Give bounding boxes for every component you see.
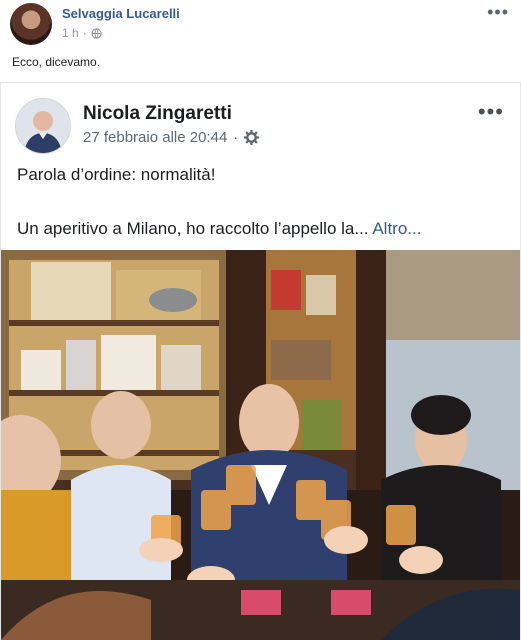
shared-post-date[interactable]: 27 febbraio alle 20:44 bbox=[83, 129, 227, 146]
avatar-image bbox=[16, 99, 70, 153]
outer-post-text: Ecco, dicevamo. bbox=[12, 55, 101, 69]
meta-separator: · bbox=[82, 26, 87, 40]
gear-icon bbox=[244, 130, 260, 145]
shared-more-options-button[interactable]: ••• bbox=[478, 99, 504, 125]
see-more-link[interactable]: Altro... bbox=[372, 219, 421, 238]
shared-post-card: Nicola Zingaretti 27 febbraio alle 20:44… bbox=[0, 82, 521, 640]
outer-author-name[interactable]: Selvaggia Lucarelli bbox=[62, 6, 180, 21]
globe-icon bbox=[91, 27, 102, 39]
shared-post-meta: 27 febbraio alle 20:44 · bbox=[83, 129, 260, 146]
post-time[interactable]: 1 h bbox=[62, 26, 79, 40]
post-text-excerpt: Un aperitivo a Milano, ho raccolto l’app… bbox=[17, 219, 369, 238]
more-options-button[interactable]: ••• bbox=[487, 2, 509, 23]
shared-author-name[interactable]: Nicola Zingaretti bbox=[83, 103, 232, 125]
post-text-line1: Parola d’ordine: normalità! bbox=[17, 165, 216, 184]
outer-post-meta: 1 h · bbox=[62, 26, 102, 40]
shared-avatar[interactable] bbox=[15, 98, 71, 154]
avatar[interactable] bbox=[10, 3, 52, 45]
post-text-line2: Un aperitivo a Milano, ho raccolto l’app… bbox=[17, 219, 421, 239]
meta-separator: · bbox=[233, 129, 239, 146]
post-photo[interactable] bbox=[1, 250, 520, 640]
outer-post-header: Selvaggia Lucarelli 1 h · ••• Ecco, dice… bbox=[0, 0, 521, 82]
